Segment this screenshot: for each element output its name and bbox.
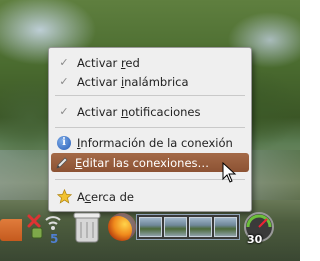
menu-item-label: Activar red: [77, 55, 140, 70]
menu-item-activar-red[interactable]: ✓ Activar red: [53, 53, 247, 72]
check-icon: ✓: [59, 105, 69, 118]
firefox-icon[interactable]: [108, 213, 136, 241]
menu-separator: [55, 127, 245, 128]
svg-text:5: 5: [50, 232, 58, 246]
check-icon: ✓: [59, 75, 69, 88]
network-manager-icon[interactable]: 5: [26, 210, 66, 246]
window-thumbnail[interactable]: [164, 217, 187, 237]
window-thumbnail[interactable]: [189, 217, 212, 237]
menu-item-label: Activar notificaciones: [77, 104, 201, 119]
menu-item-label: Acerca de: [77, 189, 134, 204]
star-icon: [55, 189, 73, 205]
info-icon: i: [57, 135, 71, 150]
menu-item-editar-conexiones[interactable]: Editar las conexiones…: [51, 153, 249, 172]
menu-item-acerca-de[interactable]: Acerca de: [53, 187, 247, 206]
menu-item-label: Activar inalámbrica: [77, 74, 189, 89]
menu-separator: [55, 95, 245, 96]
menu-item-label: Información de la conexión: [77, 135, 233, 150]
taskbar-app-icon[interactable]: [0, 219, 22, 241]
menu-item-activar-notificaciones[interactable]: ✓ Activar notificaciones: [53, 102, 247, 121]
network-context-menu: ✓ Activar red ✓ Activar inalámbrica ✓ Ac…: [48, 47, 252, 212]
window-thumbnail[interactable]: [214, 217, 237, 237]
mouse-cursor-icon: [222, 162, 237, 183]
edit-icon: [53, 155, 71, 171]
menu-item-informacion-conexion[interactable]: i Información de la conexión: [53, 133, 247, 152]
window-list: [136, 214, 240, 240]
menu-item-activar-inalambrica[interactable]: ✓ Activar inalámbrica: [53, 72, 247, 91]
menu-item-label: Editar las conexiones…: [75, 155, 210, 170]
trash-icon[interactable]: [70, 208, 104, 246]
window-thumbnail[interactable]: [139, 217, 162, 237]
workspace-badge: 30: [247, 233, 263, 246]
check-icon: ✓: [59, 56, 69, 69]
menu-separator: [55, 179, 245, 180]
